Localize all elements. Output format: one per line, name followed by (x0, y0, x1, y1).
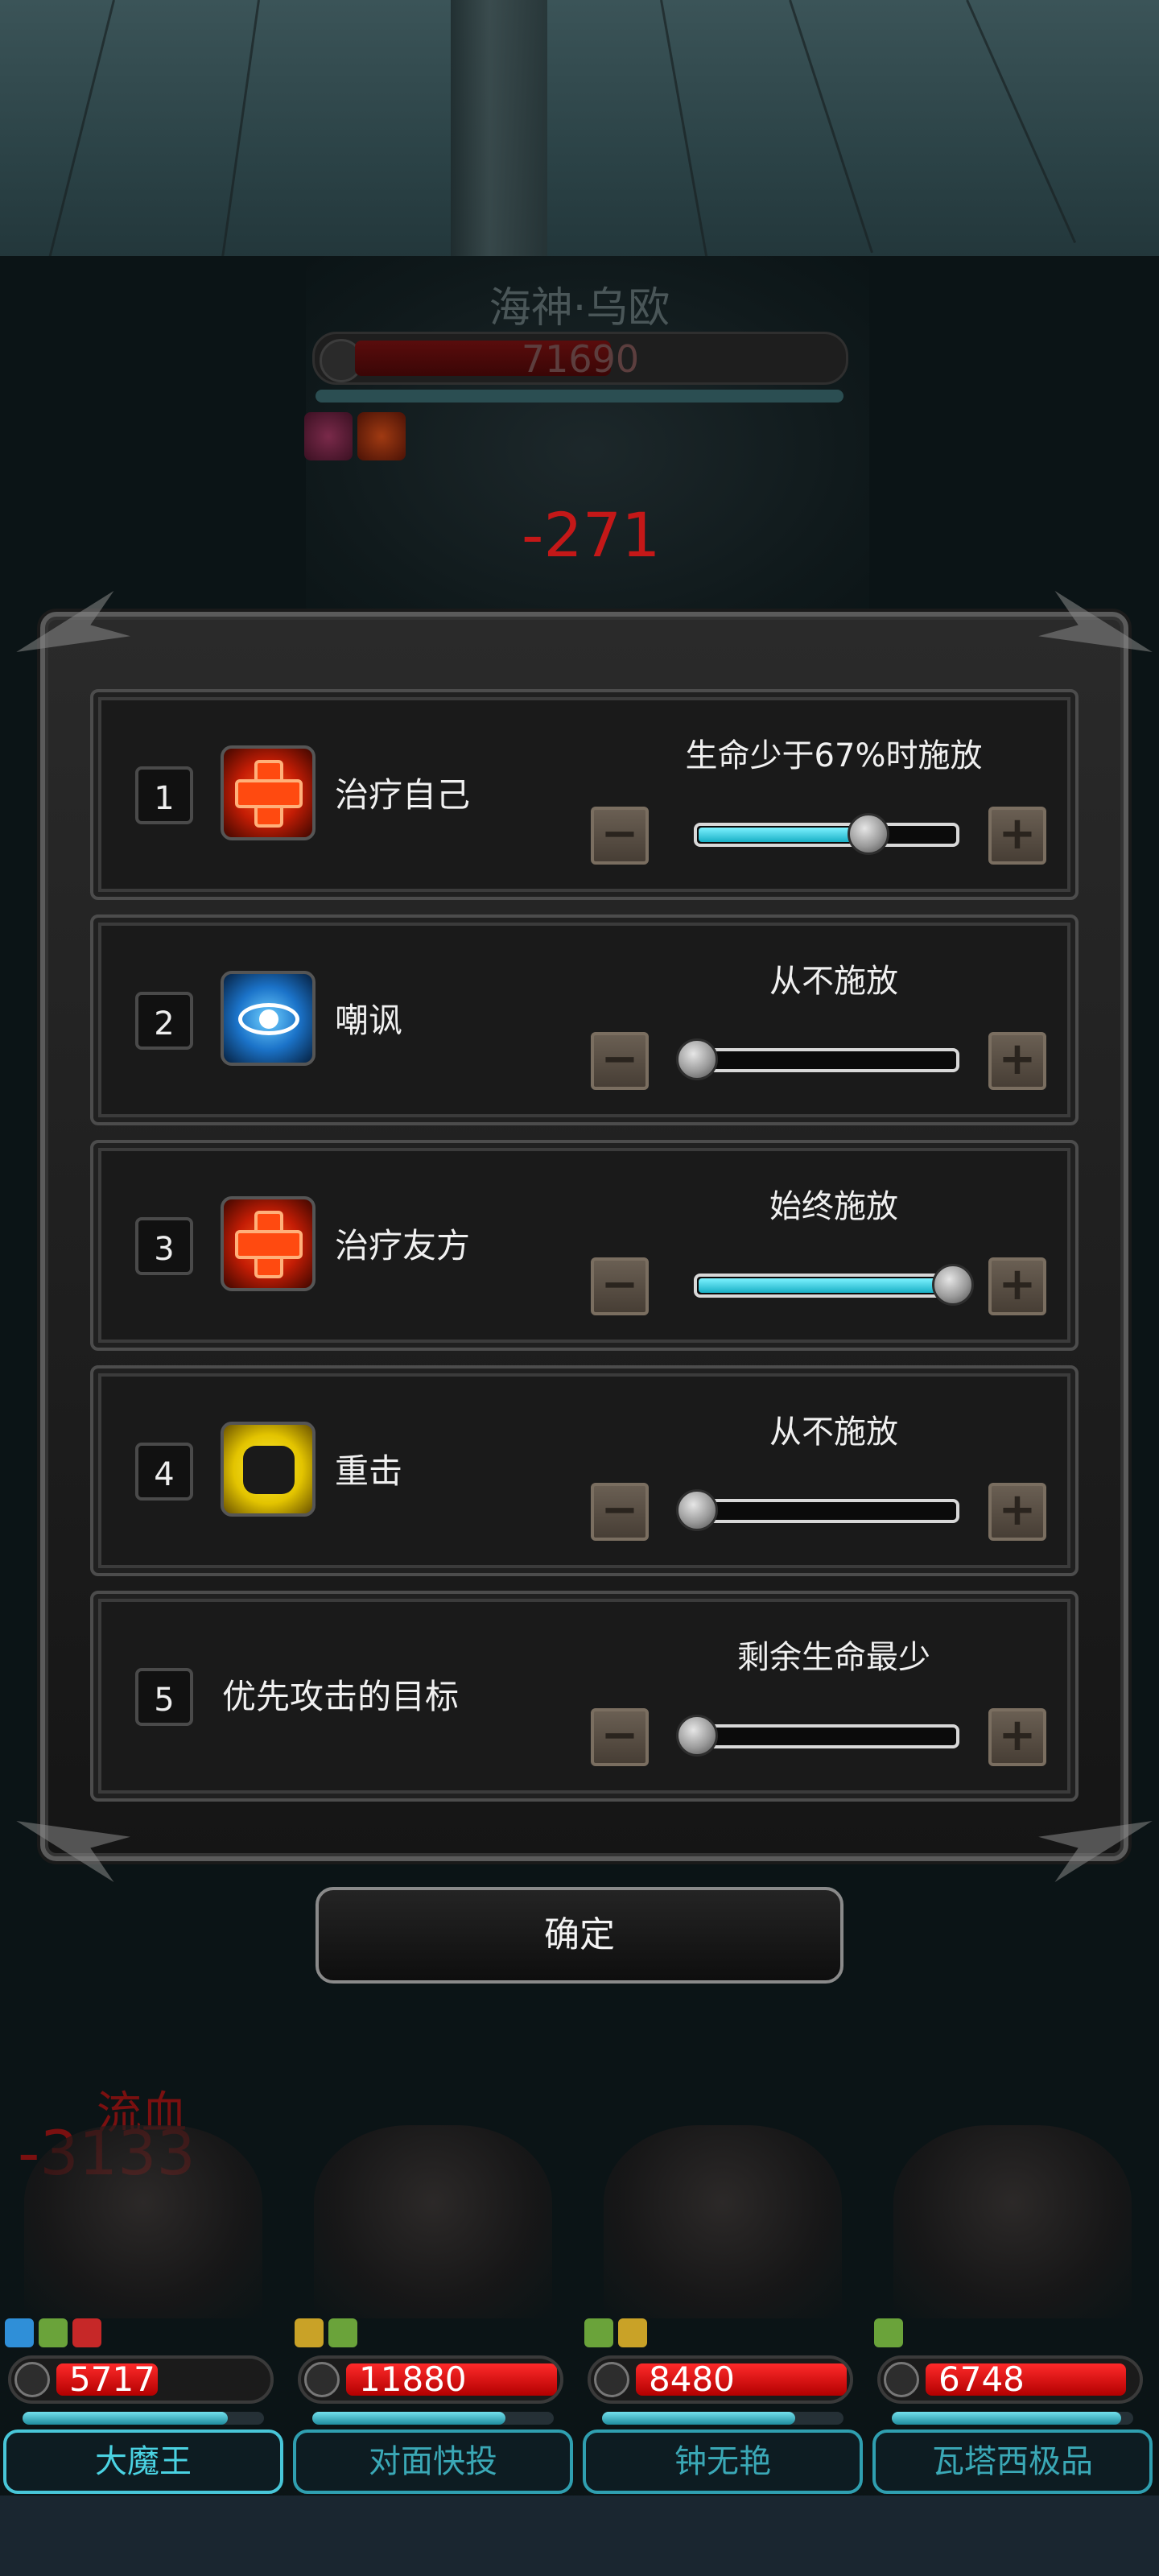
member-name-button[interactable]: 大魔王 (3, 2429, 283, 2494)
slider-knob[interactable] (848, 813, 889, 855)
condition-slider[interactable] (676, 1038, 959, 1080)
member-name-button[interactable]: 瓦塔西极品 (872, 2429, 1153, 2494)
hp-orb-icon (884, 2362, 919, 2397)
member-mp-bar (602, 2412, 843, 2425)
member-mp-bar (892, 2412, 1133, 2425)
cast-condition: 从不施放 (769, 963, 898, 1000)
member-buff-list (584, 2318, 652, 2351)
increase-button[interactable]: + (988, 1257, 1046, 1315)
hp-orb-icon (14, 2362, 50, 2397)
member-hp-bar: 5717 (8, 2355, 274, 2404)
decrease-button[interactable]: − (591, 1032, 649, 1090)
member-name-button[interactable]: 钟无艳 (583, 2429, 863, 2494)
target-condition: 剩余生命最少 (737, 1639, 930, 1676)
tactic-rule-list: 1 治疗自己 生命少于67%时施放 − + 2 嘲讽 从不施放 − + 3 治疗… (90, 689, 1079, 1816)
increase-button[interactable]: + (988, 807, 1046, 865)
cast-condition: 从不施放 (769, 1414, 898, 1451)
member-buff-icon (39, 2318, 68, 2347)
member-buff-icon (328, 2318, 357, 2347)
member-buff-list (874, 2318, 908, 2351)
tactic-row-5: 5 优先攻击的目标 剩余生命最少 − + (90, 1591, 1079, 1802)
member-name-button[interactable]: 对面快投 (293, 2429, 573, 2494)
heal-icon (221, 1196, 316, 1291)
cast-condition: 始终施放 (769, 1188, 898, 1225)
member-hp-value: 5717 (69, 2359, 155, 2399)
member-buff-icon (72, 2318, 101, 2347)
rule-index-badge: 3 (135, 1217, 193, 1275)
target-priority-label: 优先攻击的目标 (222, 1677, 460, 1716)
decrease-button[interactable]: − (591, 807, 649, 865)
member-buff-icon (874, 2318, 903, 2347)
eye-icon (221, 971, 316, 1066)
slider-fill (699, 1278, 955, 1293)
tactic-row-4: 4 重击 从不施放 − + (90, 1365, 1079, 1576)
tactics-dialog: 1 治疗自己 生命少于67%时施放 − + 2 嘲讽 从不施放 − + 3 治疗… (40, 612, 1128, 1861)
condition-slider[interactable] (676, 1489, 959, 1531)
decrease-button[interactable]: − (591, 1257, 649, 1315)
member-mp-bar (312, 2412, 554, 2425)
skill-name: 治疗友方 (335, 1226, 471, 1265)
decrease-button[interactable]: − (591, 1483, 649, 1541)
tactic-row-3: 3 治疗友方 始终施放 − + (90, 1140, 1079, 1351)
tactic-row-2: 2 嘲讽 从不施放 − + (90, 914, 1079, 1125)
member-mp-fill (892, 2412, 1121, 2425)
confirm-button[interactable]: 确定 (316, 1887, 843, 1984)
tactic-row-1: 1 治疗自己 生命少于67%时施放 − + (90, 689, 1079, 900)
member-hp-bar: 11880 (298, 2355, 563, 2404)
slider-knob[interactable] (932, 1264, 974, 1306)
decrease-button[interactable]: − (591, 1708, 649, 1766)
ship-mast (451, 0, 547, 266)
fist-icon (221, 1422, 316, 1517)
member-portrait (893, 2125, 1132, 2318)
member-hp-value: 6748 (938, 2359, 1025, 2399)
rule-index-badge: 1 (135, 766, 193, 824)
member-portrait (604, 2125, 842, 2318)
member-mp-bar (23, 2412, 264, 2425)
heal-icon (221, 745, 316, 840)
hp-orb-icon (594, 2362, 629, 2397)
member-buff-list (5, 2318, 106, 2351)
boss-buff-icon (357, 412, 406, 460)
skill-name: 嘲讽 (335, 1001, 403, 1040)
increase-button[interactable]: + (988, 1708, 1046, 1766)
member-portrait (24, 2125, 262, 2318)
member-mp-fill (312, 2412, 505, 2425)
slider-knob[interactable] (676, 1715, 718, 1757)
skill-name: 治疗自己 (335, 775, 471, 815)
member-buff-icon (295, 2318, 324, 2347)
member-hp-bar: 6748 (877, 2355, 1143, 2404)
boss-hp-bar: 71690 (312, 332, 848, 385)
condition-slider[interactable] (694, 813, 959, 855)
skill-name: 重击 (335, 1451, 403, 1491)
member-hp-value: 8480 (649, 2359, 735, 2399)
member-mp-fill (602, 2412, 795, 2425)
increase-button[interactable]: + (988, 1032, 1046, 1090)
member-buff-icon (618, 2318, 647, 2347)
boss-hp-value: 71690 (521, 337, 640, 381)
condition-slider[interactable] (676, 1715, 959, 1757)
condition-slider[interactable] (694, 1264, 974, 1306)
slider-fill (699, 828, 870, 842)
member-mp-fill (23, 2412, 228, 2425)
member-portrait (314, 2125, 552, 2318)
member-buff-icon (5, 2318, 34, 2347)
increase-button[interactable]: + (988, 1483, 1046, 1541)
member-buff-icon (584, 2318, 613, 2347)
slider-knob[interactable] (676, 1489, 718, 1531)
member-hp-value: 11880 (359, 2359, 467, 2399)
boss-mp-bar (316, 390, 843, 402)
rule-index-badge: 5 (135, 1668, 193, 1726)
rule-index-badge: 2 (135, 992, 193, 1050)
boss-mp-fill (316, 390, 843, 402)
boss-buff-icon (304, 412, 353, 460)
boss-damage-number: -271 (522, 499, 661, 571)
member-hp-bar: 8480 (588, 2355, 853, 2404)
rule-index-badge: 4 (135, 1443, 193, 1501)
member-buff-list (295, 2318, 362, 2351)
cast-condition: 生命少于67%时施放 (685, 737, 983, 774)
boss-name: 海神·乌欧 (489, 284, 670, 332)
bottom-strip (0, 2496, 1159, 2576)
slider-knob[interactable] (676, 1038, 718, 1080)
hp-orb-icon (304, 2362, 340, 2397)
